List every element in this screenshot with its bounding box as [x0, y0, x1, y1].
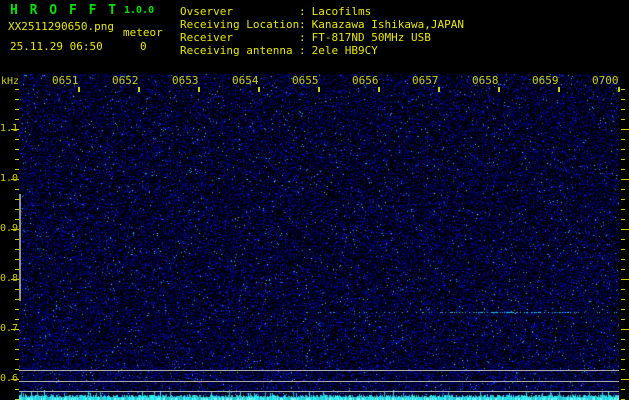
freq-major-tick-right	[621, 279, 629, 280]
freq-minor-tick-left	[15, 319, 19, 320]
freq-minor-tick-left	[15, 309, 19, 310]
freq-minor-tick-left	[15, 349, 19, 350]
time-tick-label: 0654	[232, 74, 258, 87]
freq-major-tick-left	[11, 379, 19, 380]
time-tick	[438, 87, 440, 92]
time-tick-label: 0656	[352, 74, 378, 87]
time-tick-label: 0653	[172, 74, 198, 87]
freq-minor-tick-right	[621, 269, 625, 270]
freq-minor-tick-right	[621, 109, 625, 110]
time-tick-label: 0652	[112, 74, 138, 87]
axis-layer: 0651 0652 0653 0654 0655 0656 0657 0658 0659 0700…	[0, 0, 629, 400]
freq-minor-tick-right	[621, 89, 625, 90]
freq-minor-tick-right	[621, 199, 625, 200]
freq-minor-tick-left	[15, 149, 19, 150]
freq-minor-tick-right	[621, 119, 625, 120]
freq-major-tick-left	[11, 129, 19, 130]
time-tick	[198, 87, 200, 92]
freq-major-tick-left	[11, 179, 19, 180]
noise-level-trace-canvas	[19, 390, 619, 400]
time-tick-label: 0700	[592, 74, 618, 87]
freq-minor-tick-right	[621, 99, 625, 100]
time-tick-label: 0655	[292, 74, 318, 87]
freq-major-tick-left	[11, 329, 19, 330]
time-tick	[258, 87, 260, 92]
freq-minor-tick-left	[15, 189, 19, 190]
time-tick-label: 0658	[472, 74, 498, 87]
freq-minor-tick-left	[15, 139, 19, 140]
freq-minor-tick-right	[621, 289, 625, 290]
freq-minor-tick-left	[15, 159, 19, 160]
time-tick-label: 0659	[532, 74, 558, 87]
freq-major-tick-right	[621, 129, 629, 130]
time-tick	[378, 87, 380, 92]
time-tick	[318, 87, 320, 92]
freq-minor-tick-right	[621, 359, 625, 360]
time-tick-label: 0651	[52, 74, 78, 87]
freq-minor-tick-right	[621, 159, 625, 160]
freq-minor-tick-right	[621, 309, 625, 310]
level-reference-line-upper	[19, 370, 619, 371]
freq-minor-tick-right	[621, 209, 625, 210]
freq-minor-tick-left	[15, 119, 19, 120]
freq-minor-tick-right	[621, 149, 625, 150]
freq-minor-tick-right	[621, 259, 625, 260]
freq-major-tick-right	[621, 329, 629, 330]
time-tick	[498, 87, 500, 92]
time-tick	[558, 87, 560, 92]
freq-minor-tick-right	[621, 299, 625, 300]
freq-minor-tick-right	[621, 369, 625, 370]
time-tick	[618, 87, 620, 92]
freq-minor-tick-left	[15, 169, 19, 170]
freq-minor-tick-right	[621, 169, 625, 170]
freq-minor-tick-right	[621, 239, 625, 240]
freq-major-tick-right	[621, 229, 629, 230]
freq-minor-tick-left	[15, 99, 19, 100]
freq-major-tick-left	[11, 229, 19, 230]
freq-minor-tick-right	[621, 349, 625, 350]
freq-minor-tick-right	[621, 389, 625, 390]
freq-minor-tick-left	[15, 109, 19, 110]
freq-minor-tick-left	[15, 339, 19, 340]
freq-major-tick-right	[621, 179, 629, 180]
freq-minor-tick-left	[15, 89, 19, 90]
hrofft-window: H R O F F T 1.0.0 XX2511290650.png meteo…	[0, 0, 629, 400]
freq-minor-tick-right	[621, 189, 625, 190]
left-edge-marker-line	[19, 194, 21, 301]
freq-minor-tick-right	[621, 319, 625, 320]
freq-minor-tick-right	[621, 219, 625, 220]
time-tick	[78, 87, 80, 92]
time-tick-label: 0657	[412, 74, 438, 87]
time-tick	[138, 87, 140, 92]
freq-minor-tick-left	[15, 359, 19, 360]
freq-minor-tick-right	[621, 139, 625, 140]
freq-minor-tick-right	[621, 249, 625, 250]
level-reference-line-middle	[19, 381, 619, 382]
freq-major-tick-left	[11, 279, 19, 280]
freq-major-tick-right	[621, 379, 629, 380]
freq-minor-tick-right	[621, 339, 625, 340]
